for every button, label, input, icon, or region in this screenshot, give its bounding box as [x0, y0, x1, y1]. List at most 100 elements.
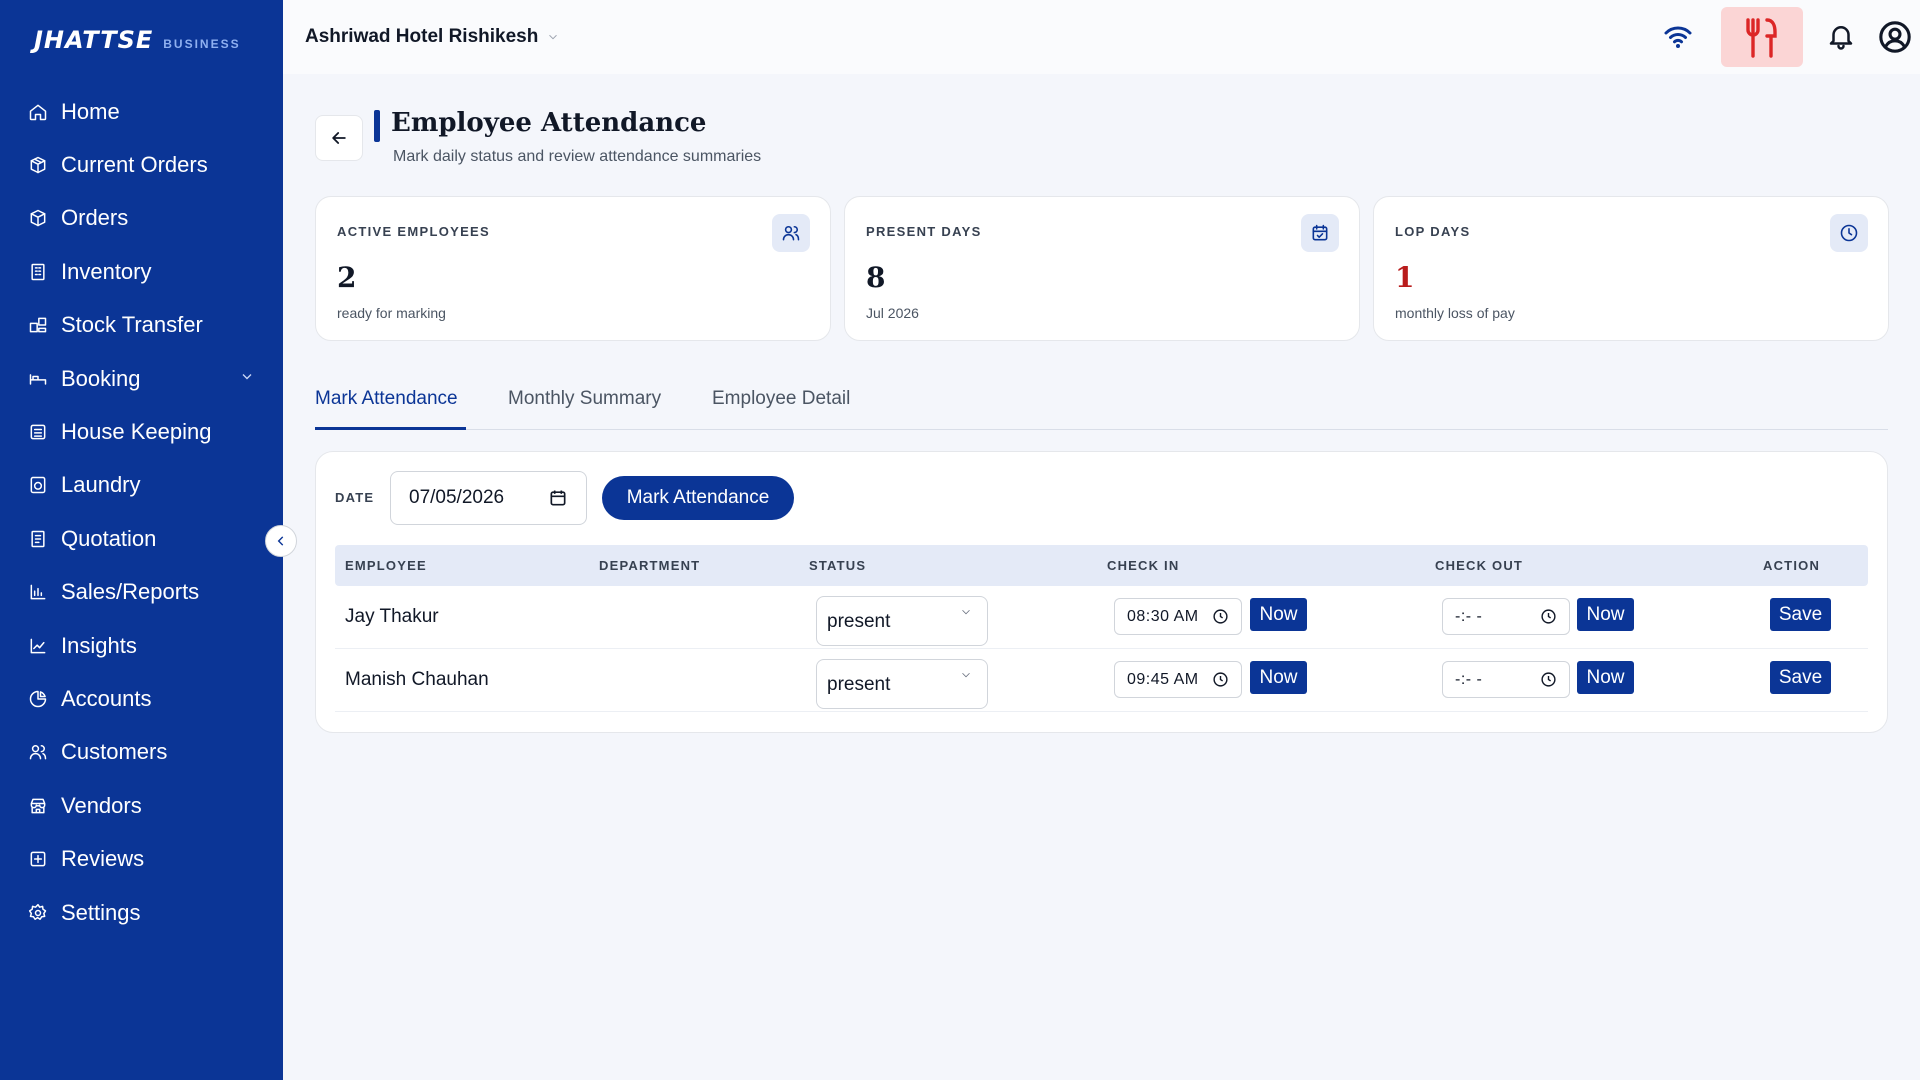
sidebar-item-customers[interactable]: Customers — [0, 726, 283, 779]
stat-label: ACTIVE EMPLOYEES — [337, 224, 490, 239]
sidebar-item-house-keeping[interactable]: House Keeping — [0, 405, 283, 458]
sidebar-item-laundry[interactable]: Laundry — [0, 459, 283, 512]
save-button[interactable]: Save — [1770, 661, 1831, 694]
check-in-now-button[interactable]: Now — [1250, 598, 1307, 631]
sidebar-item-label: Orders — [61, 205, 129, 231]
check-out-value: -:- - — [1455, 608, 1483, 625]
arrow-left-icon — [332, 132, 346, 144]
sidebar-item-label: Reviews — [61, 846, 145, 872]
topbar: Ashriwad Hotel Rishikesh — [283, 0, 1920, 74]
sidebar-item-label: Laundry — [61, 472, 141, 498]
check-out-input[interactable]: -:- - — [1442, 598, 1570, 635]
sidebar-item-booking[interactable]: Booking — [0, 352, 283, 405]
sidebar-item-orders[interactable]: Orders — [0, 192, 283, 245]
hotel-selector[interactable]: Ashriwad Hotel Rishikesh — [305, 26, 560, 48]
stat-label: LOP DAYS — [1395, 224, 1471, 239]
wifi-icon — [1663, 24, 1693, 55]
sidebar-item-home[interactable]: Home — [0, 85, 283, 138]
chevron-down-icon[interactable] — [239, 368, 255, 389]
status-select[interactable]: present — [816, 596, 988, 646]
sidebar-item-reviews[interactable]: Reviews — [0, 832, 283, 885]
dining-button[interactable] — [1721, 7, 1803, 67]
tab-employee-detail[interactable]: Employee Detail — [712, 388, 850, 410]
column-header-check-out: CHECK OUT — [1435, 558, 1524, 573]
transfer-icon — [27, 314, 49, 336]
clock-icon — [1212, 608, 1229, 630]
sidebar-item-label: House Keeping — [61, 419, 212, 445]
sidebar-item-sales-reports[interactable]: Sales/Reports — [0, 566, 283, 619]
status-select[interactable]: present — [816, 659, 988, 709]
stat-card-present-days: PRESENT DAYS 8 Jul 2026 — [844, 196, 1360, 341]
clock-icon — [1212, 671, 1229, 693]
title-accent-bar — [374, 110, 380, 142]
stat-card-lop-days: LOP DAYS 1 monthly loss of pay — [1373, 196, 1889, 341]
column-header-check-in: CHECK IN — [1107, 558, 1180, 573]
user-account-icon[interactable] — [1878, 20, 1912, 59]
check-out-value: -:- - — [1455, 671, 1483, 688]
sidebar-item-accounts[interactable]: Accounts — [0, 672, 283, 725]
check-out-now-button[interactable]: Now — [1577, 661, 1634, 694]
stat-value: 8 — [866, 261, 886, 294]
sidebar-item-label: Booking — [61, 365, 141, 391]
sidebar-item-label: Stock Transfer — [61, 312, 203, 338]
sidebar-item-label: Quotation — [61, 525, 157, 551]
users-icon — [772, 214, 810, 252]
column-header-action: ACTION — [1763, 558, 1821, 573]
box-icon — [27, 154, 49, 176]
review-icon — [27, 848, 49, 870]
stat-subtext: Jul 2026 — [866, 305, 919, 321]
brand-logo[interactable]: JHATTSE BUSINESS — [34, 26, 241, 54]
sidebar-item-settings[interactable]: Settings — [0, 886, 283, 939]
gear-icon — [27, 902, 49, 924]
fork-knife-icon — [1746, 18, 1777, 58]
sidebar-item-label: Accounts — [61, 685, 152, 711]
sidebar-item-label: Customers — [61, 739, 168, 765]
line-chart-icon — [27, 635, 49, 657]
stat-subtext: ready for marking — [337, 305, 446, 321]
check-in-input[interactable]: 08:30 AM — [1114, 598, 1242, 635]
washer-icon — [27, 474, 49, 496]
sidebar-item-stock-transfer[interactable]: Stock Transfer — [0, 299, 283, 352]
save-button[interactable]: Save — [1770, 598, 1831, 631]
date-input[interactable]: 07/05/2026 — [390, 471, 587, 525]
sidebar-item-current-orders[interactable]: Current Orders — [0, 138, 283, 191]
package-icon — [27, 207, 49, 229]
mark-attendance-button[interactable]: Mark Attendance — [602, 476, 794, 520]
sidebar-item-label: Settings — [61, 899, 141, 925]
calendar-icon[interactable] — [548, 488, 568, 514]
bar-chart-icon — [27, 581, 49, 603]
sidebar-item-quotation[interactable]: Quotation — [0, 512, 283, 565]
check-out-now-button[interactable]: Now — [1577, 598, 1634, 631]
tab-mark-attendance[interactable]: Mark Attendance — [315, 388, 458, 410]
sidebar-item-label: Vendors — [61, 792, 142, 818]
sidebar-item-inventory[interactable]: Inventory — [0, 245, 283, 298]
table-row: Manish Chauhan present 09:45 AM Now -:- … — [335, 649, 1868, 712]
check-in-value: 09:45 AM — [1127, 671, 1199, 688]
clock-icon — [1830, 214, 1868, 252]
sidebar-collapse-button[interactable] — [265, 525, 297, 557]
tab-monthly-summary[interactable]: Monthly Summary — [508, 388, 661, 410]
sidebar-item-insights[interactable]: Insights — [0, 619, 283, 672]
store-icon — [27, 795, 49, 817]
check-in-input[interactable]: 09:45 AM — [1114, 661, 1242, 698]
sidebar-item-label: Sales/Reports — [61, 579, 200, 605]
quotation-icon — [27, 528, 49, 550]
sidebar-item-label: Inventory — [61, 258, 152, 284]
status-value: present — [827, 674, 891, 695]
attendance-tabs: Mark Attendance Monthly Summary Employee… — [315, 380, 1888, 430]
table-header: EMPLOYEE DEPARTMENT STATUS CHECK IN CHEC… — [335, 545, 1868, 586]
active-tab-indicator — [315, 427, 466, 430]
sidebar-item-label: Home — [61, 98, 120, 124]
sidebar-item-vendors[interactable]: Vendors — [0, 779, 283, 832]
chevron-down-icon — [959, 603, 973, 625]
back-button[interactable] — [315, 115, 363, 161]
notification-bell-icon[interactable] — [1826, 20, 1856, 57]
check-out-input[interactable]: -:- - — [1442, 661, 1570, 698]
column-header-employee: EMPLOYEE — [345, 558, 427, 573]
check-in-now-button[interactable]: Now — [1250, 661, 1307, 694]
brand-tagline: BUSINESS — [163, 37, 241, 51]
date-value: 07/05/2026 — [409, 487, 505, 508]
column-header-department: DEPARTMENT — [599, 558, 701, 573]
calendar-check-icon — [1301, 214, 1339, 252]
housekeeping-icon — [27, 421, 49, 443]
